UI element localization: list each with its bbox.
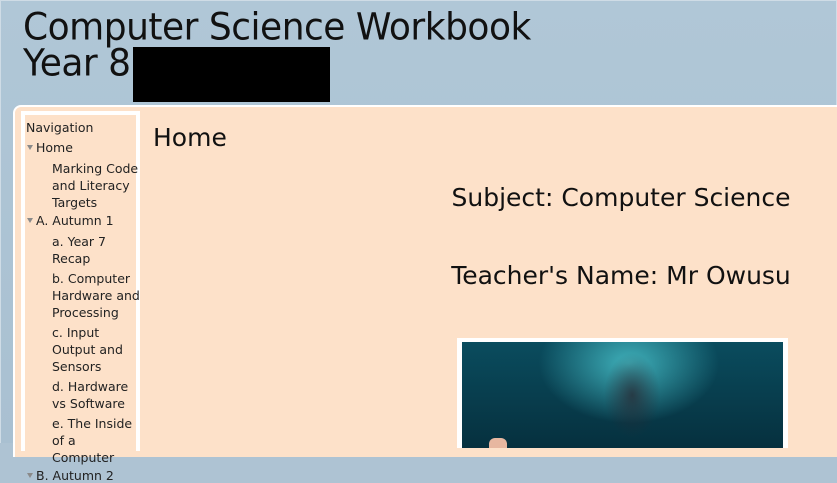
nav-item-label[interactable]: A. Autumn 1 bbox=[36, 214, 114, 228]
expand-triangle-icon[interactable] bbox=[27, 145, 33, 150]
nav-item-autumn-1[interactable]: A. Autumn 1 bbox=[26, 214, 136, 228]
redaction-box bbox=[133, 47, 330, 102]
teacher-photo bbox=[457, 338, 788, 448]
expand-triangle-icon[interactable] bbox=[27, 218, 33, 223]
navigation-block: Navigation Home Marking Code and Literac… bbox=[21, 111, 140, 483]
nav-item-label[interactable]: Home bbox=[36, 141, 73, 155]
expand-triangle-icon[interactable] bbox=[27, 473, 33, 478]
photo-hand-detail bbox=[489, 438, 507, 448]
nav-link-year-7-recap[interactable]: a. Year 7 Recap bbox=[52, 233, 140, 267]
blurred-photo-image bbox=[462, 342, 783, 448]
nav-link-inside-computer[interactable]: e. The Inside of a Computer bbox=[52, 415, 140, 466]
nav-item-label[interactable]: B. Autumn 2 bbox=[36, 469, 114, 483]
nav-item-home[interactable]: Home bbox=[26, 141, 136, 155]
navigation-title: Navigation bbox=[26, 120, 94, 135]
nav-link-computer-hardware[interactable]: b. Computer Hardware and Processing bbox=[52, 270, 140, 321]
nav-item-autumn-2[interactable]: B. Autumn 2 bbox=[26, 469, 136, 483]
page-frame: Computer Science Workbook Year 8 Navigat… bbox=[0, 0, 837, 483]
page-title: Home bbox=[153, 123, 227, 152]
nav-link-hardware-vs-software[interactable]: d. Hardware vs Software bbox=[52, 378, 140, 412]
nav-link-input-output[interactable]: c. Input Output and Sensors bbox=[52, 324, 140, 375]
teacher-name-line: Teacher's Name: Mr Owusu bbox=[451, 261, 791, 290]
nav-link-marking-code[interactable]: Marking Code and Literacy Targets bbox=[52, 160, 140, 211]
subject-line: Subject: Computer Science bbox=[451, 183, 791, 212]
